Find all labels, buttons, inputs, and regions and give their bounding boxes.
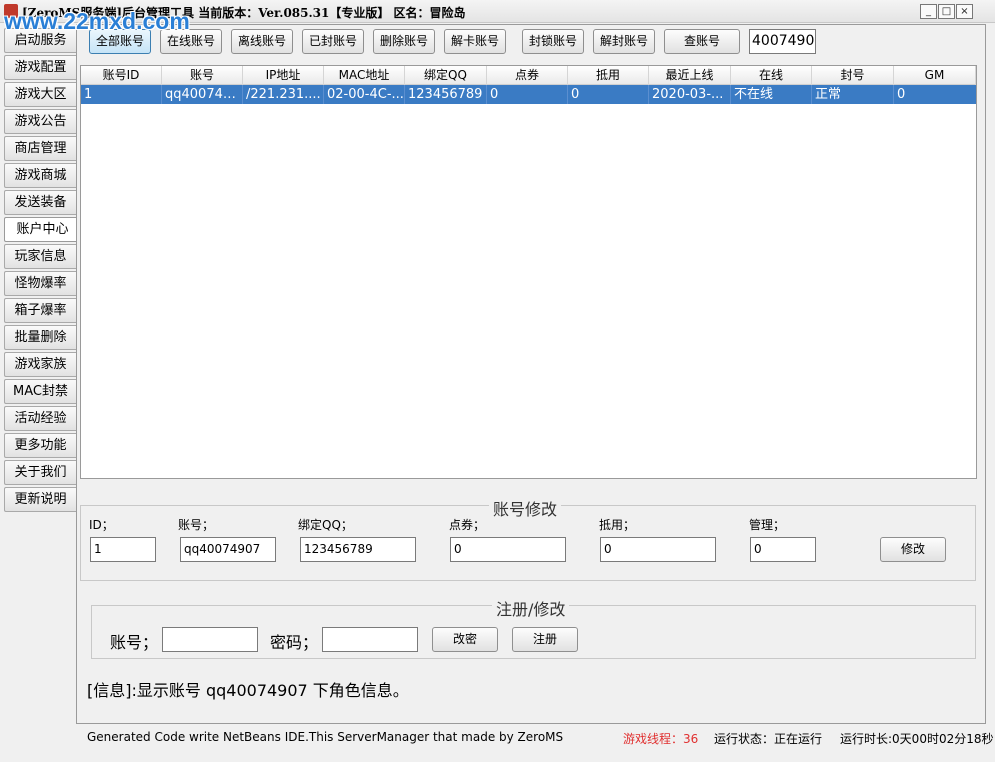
status-run-state: 运行状态：正在运行 [714,732,823,746]
sidebar-item-game-config[interactable]: 游戏配置 [4,55,76,80]
qq-label: 绑定QQ； [298,518,353,532]
sidebar-item-box-drop[interactable]: 箱子爆率 [4,298,76,323]
change-password-button[interactable]: 改密 [432,627,498,652]
points-field[interactable]: 0 [450,537,566,562]
register-legend: 注册/修改 [492,596,570,620]
sidebar-item-game-region[interactable]: 游戏大区 [4,82,76,107]
maximize-button[interactable]: □ [938,4,955,19]
table-cell: 0 [487,85,568,104]
sidebar-item-account-center[interactable]: 账户中心 [4,217,80,242]
column-header[interactable]: 在线 [731,66,812,85]
lock-account-button[interactable]: 封锁账号 [522,29,584,54]
status-uptime: 运行时长:0天00时02分18秒 [840,732,994,746]
offline-accounts-button[interactable]: 离线账号 [231,29,293,54]
register-password-field[interactable] [322,627,418,652]
delete-account-button[interactable]: 删除账号 [373,29,435,54]
sidebar-item-send-equipment[interactable]: 发送装备 [4,190,76,215]
voucher-label: 抵用； [599,518,636,532]
table-cell: 正常 [812,85,894,104]
watermark-logo: www.22mxd.com [4,8,190,34]
search-account-button[interactable]: 查账号 [664,29,740,54]
account-center-panel: 全部账号 在线账号 离线账号 已封账号 删除账号 解卡账号 封锁账号 解封账号 … [76,24,986,724]
table-cell: 0 [568,85,649,104]
column-header[interactable]: MAC地址 [324,66,405,85]
id-label: ID； [89,518,114,532]
register-account-field[interactable] [162,627,258,652]
unban-account-button[interactable]: 解封账号 [593,29,655,54]
column-header[interactable]: 账号 [162,66,243,85]
column-header[interactable]: 绑定QQ [405,66,487,85]
close-button[interactable]: × [956,4,973,19]
id-field[interactable]: 1 [90,537,156,562]
table-cell: 02-00-4C-... [324,85,405,104]
unstick-account-button[interactable]: 解卡账号 [444,29,506,54]
column-header[interactable]: 点券 [487,66,568,85]
gm-field[interactable]: 0 [750,537,816,562]
sidebar-item-shop-manage[interactable]: 商店管理 [4,136,76,161]
sidebar-item-monster-drop[interactable]: 怪物爆率 [4,271,76,296]
column-header[interactable]: 最近上线 [649,66,731,85]
info-message: [信息]:显示账号 qq40074907 下角色信息。 [87,681,409,700]
status-bar: Generated Code write NetBeans IDE.This S… [86,730,994,750]
table-cell: 1 [81,85,162,104]
account-edit-group: 账号修改 ID； 1 账号； qq40074907 绑定QQ； 12345678… [80,496,976,581]
table-cell: 0 [897,87,906,102]
search-account-input[interactable]: 40074907 [749,29,816,54]
register-password-label: 密码； [270,633,319,652]
sidebar-item-about-us[interactable]: 关于我们 [4,460,76,485]
account-label: 账号； [178,518,215,532]
column-header[interactable]: GM [894,66,976,85]
column-header[interactable]: 账号ID [81,66,162,85]
sidebar-item-more-features[interactable]: 更多功能 [4,433,76,458]
account-table: 账号ID 账号 IP地址 MAC地址 绑定QQ 点券 抵用 最近上线 在线 封号… [80,65,977,479]
table-cell: qq400749... [162,85,243,104]
sidebar-item-player-info[interactable]: 玩家信息 [4,244,76,269]
column-header[interactable]: IP地址 [243,66,324,85]
table-header: 账号ID 账号 IP地址 MAC地址 绑定QQ 点券 抵用 最近上线 在线 封号… [81,66,976,85]
table-cell: 123456789 [405,85,487,104]
sidebar-item-batch-delete[interactable]: 批量删除 [4,325,76,350]
account-field[interactable]: qq40074907 [180,537,276,562]
sidebar-item-update-notes[interactable]: 更新说明 [4,487,76,512]
qq-field[interactable]: 123456789 [300,537,416,562]
status-threads: 游戏线程：36 [623,732,699,746]
account-edit-legend: 账号修改 [489,496,562,520]
points-label: 点券； [449,518,486,532]
column-header[interactable]: 封号 [812,66,894,85]
window-controls: _ □ × [920,4,973,19]
sidebar-item-game-family[interactable]: 游戏家族 [4,352,76,377]
register-account-label: 账号； [110,633,159,652]
gm-label: 管理； [749,518,786,532]
sidebar-item-event-exp[interactable]: 活动经验 [4,406,76,431]
modify-button[interactable]: 修改 [880,537,946,562]
table-cell: 不在线 [731,85,812,104]
sidebar-item-game-mall[interactable]: 游戏商城 [4,163,76,188]
table-cell: /221.231.... [243,85,324,104]
table-cell: 2020-03-... [649,85,731,104]
register-group: 注册/修改 账号； 密码； 改密 注册 [91,596,976,659]
voucher-field[interactable]: 0 [600,537,716,562]
minimize-button[interactable]: _ [920,4,937,19]
sidebar: 启动服务 游戏配置 游戏大区 游戏公告 商店管理 游戏商城 发送装备 账户中心 … [4,28,80,514]
sidebar-item-mac-ban[interactable]: MAC封禁 [4,379,76,404]
status-generated-text: Generated Code write NetBeans IDE.This S… [87,730,564,744]
table-row[interactable]: 1 qq400749... /221.231.... 02-00-4C-... … [81,85,976,104]
register-button[interactable]: 注册 [512,627,578,652]
banned-accounts-button[interactable]: 已封账号 [302,29,364,54]
sidebar-item-game-notice[interactable]: 游戏公告 [4,109,76,134]
column-header[interactable]: 抵用 [568,66,649,85]
